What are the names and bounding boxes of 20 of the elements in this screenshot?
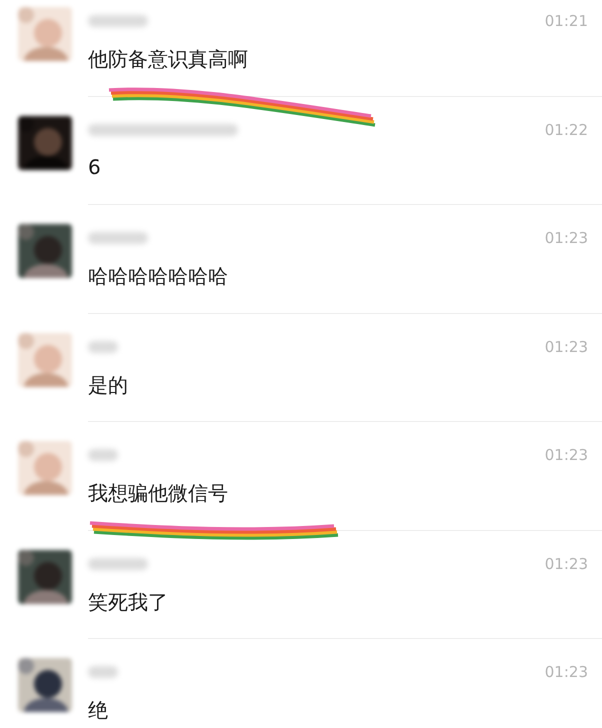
message-time: 01:23 bbox=[544, 554, 588, 572]
blurred-name-drawing bbox=[88, 449, 118, 461]
blurred-name-drawing bbox=[88, 666, 118, 678]
message-text: 我想骗他微信号 bbox=[88, 480, 228, 507]
message-text: 是的 bbox=[88, 372, 128, 398]
message-time: 01:21 bbox=[544, 12, 588, 30]
message-time: 01:23 bbox=[544, 446, 588, 464]
blurred-name-drawing bbox=[88, 232, 148, 244]
message-text: 他防备意识真高啊 bbox=[88, 46, 248, 73]
blurred-name-drawing bbox=[88, 340, 118, 352]
message-time: 01:23 bbox=[544, 229, 588, 247]
message-text: 绝 bbox=[88, 697, 108, 724]
message-text: 6 bbox=[88, 154, 101, 178]
message-text: 笑死我了 bbox=[88, 588, 168, 616]
blurred-name-drawing bbox=[88, 558, 148, 570]
message-time: 01:22 bbox=[544, 120, 588, 138]
message-time: 01:23 bbox=[544, 338, 588, 356]
message-text: 哈哈哈哈哈哈哈 bbox=[88, 263, 228, 290]
message-time: 01:23 bbox=[544, 663, 588, 681]
blurred-name-drawing bbox=[88, 15, 148, 27]
